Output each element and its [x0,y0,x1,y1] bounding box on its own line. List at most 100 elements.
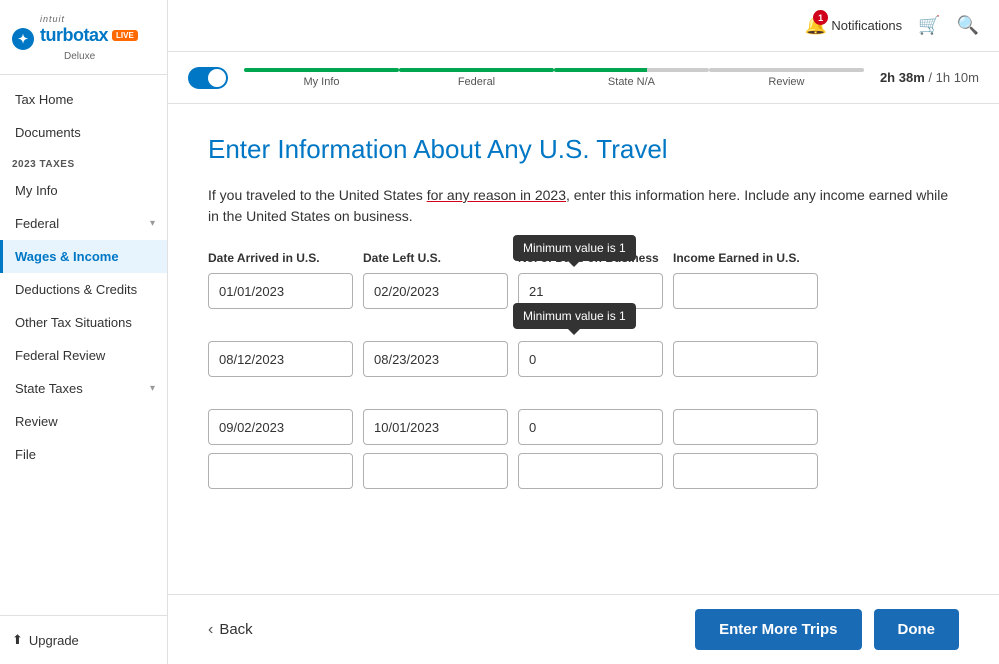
progress-label-state: State N/A [608,76,655,88]
sidebar-item-review[interactable]: Review [0,405,167,438]
sidebar-label-review: Review [15,414,58,429]
desc-underline: for any reason in 2023 [427,187,566,203]
table-row [208,453,959,489]
sidebar-section-2023: 2023 TAXES [0,149,167,174]
progress-step-review: Review [709,68,864,88]
time-estimate-value: 2h 38m [880,70,925,85]
sidebar-item-wages-income[interactable]: Wages & Income [0,240,167,273]
depart-input-4[interactable] [363,453,508,489]
days-input-4[interactable] [518,453,663,489]
income-input-1[interactable] [673,273,818,309]
page-title: Enter Information About Any U.S. Travel [208,134,959,165]
depart-input-1[interactable] [363,273,508,309]
sidebar-nav: Tax Home Documents 2023 TAXES My Info Fe… [0,75,167,615]
sidebar: ✦ intuit turbotax LIVE Deluxe Tax Home D… [0,0,168,664]
turbotax-text: turbotax [40,25,108,46]
progress-step-federal: Federal [399,68,554,88]
progress-step-state: State N/A [554,68,709,88]
depart-input-3[interactable] [363,409,508,445]
days-input-1[interactable] [518,273,663,309]
notifications-label: Notifications [831,18,902,33]
sidebar-label-file: File [15,447,36,462]
table-row: Minimum value is 1 [208,341,959,377]
depart-input-2[interactable] [363,341,508,377]
income-input-3[interactable] [673,409,818,445]
progress-steps: My Info Federal State N/A Review [244,68,864,88]
logo-text-group: intuit turbotax LIVE Deluxe [40,14,138,64]
upgrade-icon: ⬆ [12,632,23,648]
time-remaining: 1h 10m [936,70,979,85]
sidebar-label-other-tax: Other Tax Situations [15,315,132,330]
arrive-input-4[interactable] [208,453,353,489]
days-input-3[interactable] [518,409,663,445]
sidebar-item-state-taxes[interactable]: State Taxes ▾ [0,372,167,405]
progress-label-review: Review [768,76,804,88]
arrive-input-1[interactable] [208,273,353,309]
progress-label-my-info: My Info [303,76,339,88]
arrive-input-2[interactable] [208,341,353,377]
topbar-right: 1 🔔 Notifications 🛒 🔍 [805,15,979,36]
cart-icon[interactable]: 🛒 [918,15,940,36]
sidebar-item-other-tax[interactable]: Other Tax Situations [0,306,167,339]
upgrade-button[interactable]: ⬆ Upgrade [12,626,155,654]
sidebar-label-documents: Documents [15,125,81,140]
header-income: Income Earned in U.S. [673,251,818,265]
search-icon[interactable]: 🔍 [957,15,979,36]
progress-bar-federal [399,68,554,72]
progress-bar-state [554,68,709,72]
notifications-button[interactable]: 1 🔔 Notifications [805,15,902,36]
progress-bar-area: My Info Federal State N/A Review 2h 38m … [168,52,999,104]
content-area: Enter Information About Any U.S. Travel … [168,104,999,594]
arrive-input-3[interactable] [208,409,353,445]
progress-label-federal: Federal [458,76,495,88]
sidebar-item-my-info[interactable]: My Info [0,174,167,207]
bottom-right-buttons: Enter More Trips Done [695,609,959,650]
sidebar-label-federal-review: Federal Review [15,348,105,363]
logo-area: ✦ intuit turbotax LIVE Deluxe [0,0,167,75]
table-row: Minimum value is 1 [208,273,959,309]
table-header: Date Arrived in U.S. Date Left U.S. No. … [208,251,959,265]
header-depart: Date Left U.S. [363,251,508,265]
toggle-switch[interactable] [188,67,228,89]
progress-bar-my-info [244,68,399,72]
enter-more-trips-button[interactable]: Enter More Trips [695,609,861,650]
logo-icon: ✦ [12,28,34,50]
turbotax-logo: ✦ intuit turbotax LIVE Deluxe [12,14,155,64]
chevron-down-icon: ▾ [150,218,155,229]
sidebar-footer: ⬆ Upgrade [0,615,167,664]
bottom-bar: ‹ Back Enter More Trips Done [168,594,999,664]
sidebar-label-federal: Federal [15,216,59,231]
page-description: If you traveled to the United States for… [208,185,959,227]
deluxe-label: Deluxe [64,51,95,62]
sidebar-item-deductions[interactable]: Deductions & Credits [0,273,167,306]
days-input-2[interactable] [518,341,663,377]
desc-part1: If you traveled to the United States [208,187,427,203]
chevron-left-icon: ‹ [208,621,213,639]
travel-table: Date Arrived in U.S. Date Left U.S. No. … [208,251,959,489]
income-input-2[interactable] [673,341,818,377]
header-arrive: Date Arrived in U.S. [208,251,353,265]
live-badge: LIVE [112,30,138,41]
sidebar-label-wages-income: Wages & Income [15,249,119,264]
back-label: Back [219,621,252,638]
table-row [208,409,959,445]
time-estimate: 2h 38m / 1h 10m [880,70,979,85]
sidebar-label-state-taxes: State Taxes [15,381,83,396]
income-input-4[interactable] [673,453,818,489]
chevron-down-icon-state: ▾ [150,383,155,394]
sidebar-label-deductions: Deductions & Credits [15,282,137,297]
sidebar-item-file[interactable]: File [0,438,167,471]
main-area: 1 🔔 Notifications 🛒 🔍 My Info Federal St… [168,0,999,664]
sidebar-label-my-info: My Info [15,183,58,198]
done-button[interactable]: Done [874,609,960,650]
sidebar-item-tax-home[interactable]: Tax Home [0,83,167,116]
sidebar-item-documents[interactable]: Documents [0,116,167,149]
sidebar-item-federal-review[interactable]: Federal Review [0,339,167,372]
upgrade-label: Upgrade [29,633,79,648]
time-divider: / [928,70,935,85]
back-button[interactable]: ‹ Back [208,621,253,639]
sidebar-label-tax-home: Tax Home [15,92,74,107]
topbar: 1 🔔 Notifications 🛒 🔍 [168,0,999,52]
progress-bar-review [709,68,864,72]
sidebar-item-federal[interactable]: Federal ▾ [0,207,167,240]
